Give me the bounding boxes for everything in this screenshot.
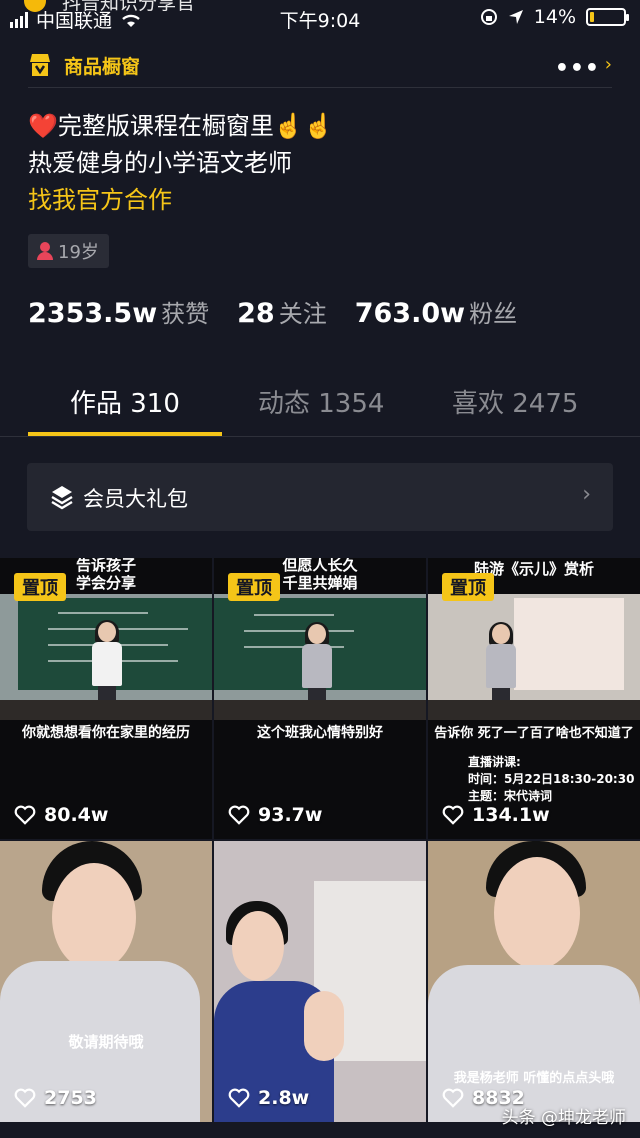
classroom-scene <box>0 594 212 720</box>
stat-likes-num: 2353.5w <box>28 298 158 329</box>
video-thumb[interactable]: 告诉孩子 学会分享 置顶 你就想想看你在家里的经历 80.4w <box>0 558 212 839</box>
bio-line-1-text: 完整版课程在橱窗里 <box>57 112 274 140</box>
stat-following-label: 关注 <box>278 300 327 328</box>
heart-outline-icon <box>442 805 464 825</box>
status-bar: 抖音知识分享官 中国联通 下午9:04 14% <box>0 0 640 36</box>
video-thumb[interactable]: 我是杨老师 听懂的点点头哦 8832 <box>428 841 640 1122</box>
pointing-up-emoji-icon: ☝️☝️ <box>273 112 334 140</box>
live-label: 直播讲课: <box>468 755 521 769</box>
video-caption: 我是杨老师 听懂的点点头哦 <box>453 1071 615 1086</box>
tab-likes[interactable]: 喜欢 2475 <box>452 383 578 420</box>
heart-outline-icon <box>228 805 250 825</box>
stat-followers[interactable]: 763.0w 粉丝 <box>355 294 517 329</box>
pinned-badge: 置顶 <box>14 573 66 601</box>
heart-outline-icon <box>14 805 36 825</box>
location-icon <box>508 10 523 24</box>
tab-works[interactable]: 作品 310 <box>70 383 180 420</box>
video-thumb[interactable]: 陆游《示儿》赏析 置顶 告诉你 死了一了百了啥也不知道了 直播讲课: 时间：5月… <box>428 558 640 839</box>
video-likes: 134.1w <box>442 804 550 826</box>
stat-following[interactable]: 28 关注 <box>237 294 327 329</box>
video-caption: 你就想想看你在家里的经历 <box>22 725 190 741</box>
watermark: 头条 @坤龙老师 <box>501 1108 626 1128</box>
video-grid: 告诉孩子 学会分享 置顶 你就想想看你在家里的经历 80.4w 但愿人长久 千里共婵… <box>0 558 640 1138</box>
heart-outline-icon <box>14 1088 36 1108</box>
tab-dynamics[interactable]: 动态 1354 <box>258 383 384 420</box>
shop-window-icon <box>30 54 50 76</box>
live-info: 直播讲课: 时间：5月22日18:30-20:30 主题：宋代诗词 <box>468 754 634 805</box>
classroom-scene <box>428 594 640 720</box>
official-cooperation-link[interactable]: 找我官方合作 <box>28 182 334 219</box>
age-tag: 19岁 <box>28 234 109 268</box>
shop-window-row[interactable]: 商品橱窗 ••• › <box>28 48 612 88</box>
video-likes-count: 93.7w <box>258 804 323 826</box>
video-thumb[interactable]: 2.8w <box>214 841 426 1122</box>
female-gender-icon <box>36 242 54 260</box>
rotation-lock-icon <box>480 9 497 25</box>
slide-screen <box>514 598 624 690</box>
classroom-scene <box>214 594 426 720</box>
chevron-right-icon: › <box>582 482 591 507</box>
live-topic: 主题：宋代诗词 <box>468 789 553 803</box>
stat-followers-num: 763.0w <box>354 298 466 329</box>
video-likes-count: 2.8w <box>258 1087 310 1109</box>
age-tag-label: 19岁 <box>58 242 99 263</box>
video-likes: 2753 <box>14 1087 97 1109</box>
profile-tabs: 作品 310 动态 1354 喜欢 2475 <box>0 375 640 437</box>
layers-icon <box>51 486 73 510</box>
tab-indicator <box>28 432 222 436</box>
profile-stats: 2353.5w 获赞 28 关注 763.0w 粉丝 <box>28 294 517 329</box>
heart-outline-icon <box>228 1088 250 1108</box>
video-thumb[interactable]: 但愿人长久 千里共婵娟 置顶 这个班我心情特别好 93.7w <box>214 558 426 839</box>
stat-likes-label: 获赞 <box>161 300 210 328</box>
pinned-badge: 置顶 <box>442 573 494 601</box>
shop-window-label: 商品橱窗 <box>64 56 141 78</box>
video-caption: 告诉你 死了一了百了啥也不知道了 <box>434 726 634 741</box>
pinned-badge: 置顶 <box>228 573 280 601</box>
more-options-icon[interactable]: ••• <box>555 56 600 81</box>
teacher-figure <box>86 620 126 712</box>
video-likes: 93.7w <box>228 804 322 826</box>
video-thumb[interactable]: 敬请期待哦 2753 <box>0 841 212 1122</box>
portrait-scene <box>214 841 426 1122</box>
live-time: 时间：5月22日18:30-20:30 <box>468 772 635 786</box>
stat-likes[interactable]: 2353.5w 获赞 <box>28 294 209 329</box>
profile-bio: ❤️完整版课程在橱窗里☝️☝️ 热爱健身的小学语文老师 找我官方合作 <box>28 108 334 219</box>
stat-followers-label: 粉丝 <box>469 300 518 328</box>
video-likes-count: 2753 <box>44 1087 97 1109</box>
video-caption: 敬请期待哦 <box>68 1033 144 1051</box>
bio-line-1: ❤️完整版课程在橱窗里☝️☝️ <box>28 108 334 145</box>
bio-line-2: 热爱健身的小学语文老师 <box>28 149 292 177</box>
status-right: 14% <box>480 6 629 28</box>
chevron-right-icon: › <box>604 54 612 75</box>
heart-emoji-icon: ❤️ <box>28 112 58 140</box>
video-likes: 80.4w <box>14 804 108 826</box>
heart-outline-icon <box>442 1088 464 1108</box>
video-likes: 2.8w <box>228 1087 309 1109</box>
portrait-scene <box>0 841 212 1122</box>
stat-following-num: 28 <box>237 298 275 329</box>
member-gift-bar[interactable]: 会员大礼包 › <box>27 463 613 531</box>
video-likes-count: 134.1w <box>472 804 550 826</box>
battery-percent: 14% <box>533 6 576 28</box>
video-likes-count: 80.4w <box>44 804 109 826</box>
battery-icon <box>586 8 629 26</box>
video-caption: 这个班我心情特别好 <box>257 725 383 741</box>
member-gift-label: 会员大礼包 <box>83 487 188 511</box>
